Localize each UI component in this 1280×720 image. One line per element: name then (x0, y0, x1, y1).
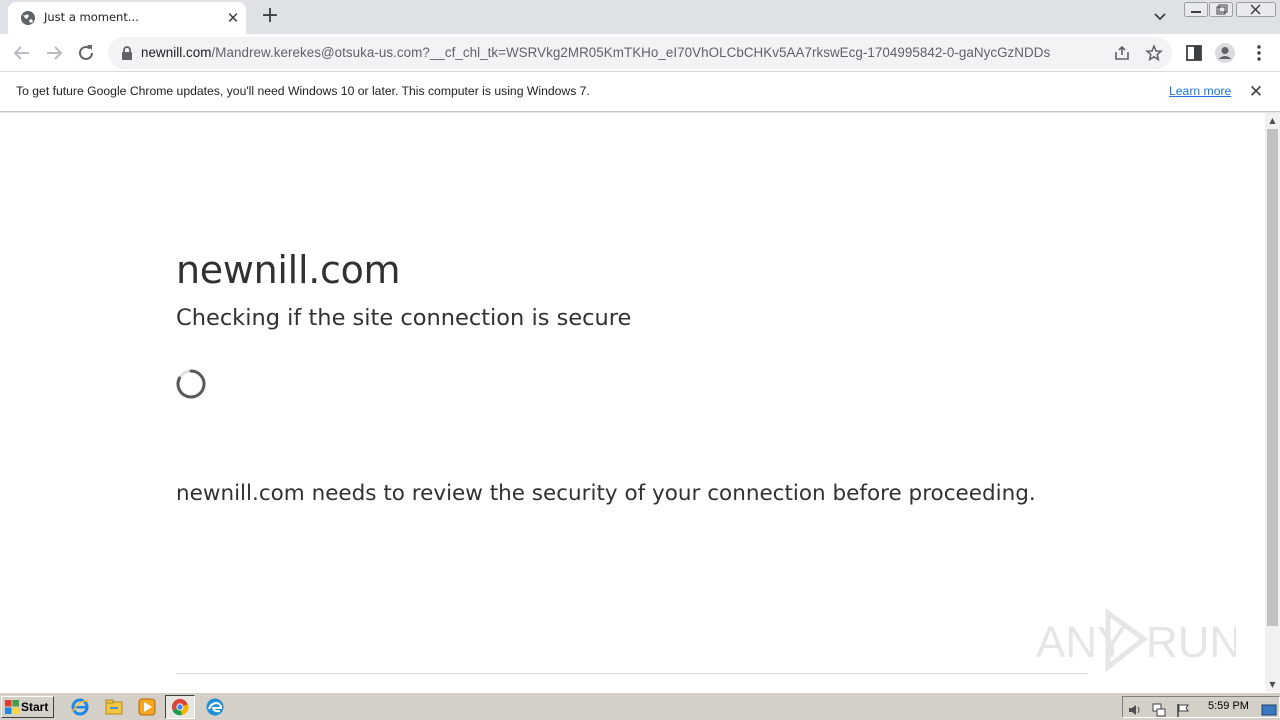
share-icon[interactable] (1113, 44, 1131, 62)
restore-button[interactable] (1209, 2, 1233, 17)
svg-text:ANY: ANY (1036, 618, 1126, 667)
page-subtitle: Checking if the site connection is secur… (176, 305, 632, 331)
profile-avatar-icon[interactable] (1214, 42, 1236, 64)
scrollbar-thumb[interactable] (1267, 129, 1278, 626)
side-panel-icon[interactable] (1183, 42, 1205, 64)
close-window-button[interactable] (1236, 2, 1276, 17)
windows-logo-icon (5, 700, 19, 714)
bookmark-star-icon[interactable] (1145, 44, 1163, 62)
edge-icon[interactable] (205, 697, 225, 717)
tab-strip: Just a moment... ✕ + (0, 0, 1280, 34)
tab-title: Just a moment... (44, 10, 139, 24)
screen: Just a moment... ✕ + newnill.com/Mandrew… (0, 0, 1280, 720)
page-content: newnill.com Checking if the site connect… (0, 113, 1265, 692)
minimize-button[interactable] (1184, 2, 1208, 17)
page-title: newnill.com (176, 248, 401, 292)
scroll-up-arrow-icon[interactable]: ▲ (1265, 113, 1280, 128)
address-bar[interactable]: newnill.com/Mandrew.kerekes@otsuka-us.co… (108, 37, 1172, 69)
watermark-logo: ANY RUN (1036, 608, 1236, 673)
more-menu-icon[interactable] (1248, 42, 1270, 64)
new-tab-button[interactable]: + (258, 5, 282, 29)
system-tray (1122, 696, 1280, 718)
svg-text:RUN: RUN (1146, 618, 1236, 667)
url-host: newnill.com (141, 45, 212, 60)
lock-icon[interactable] (120, 45, 134, 61)
show-desktop-icon[interactable] (1261, 702, 1277, 718)
tab-close-icon[interactable]: ✕ (224, 9, 242, 27)
volume-icon[interactable] (1127, 702, 1143, 718)
vertical-scrollbar[interactable]: ▲ ▼ (1265, 113, 1280, 692)
start-label: Start (21, 700, 49, 714)
browser-toolbar: newnill.com/Mandrew.kerekes@otsuka-us.co… (0, 34, 1280, 72)
forward-arrow-icon[interactable] (42, 41, 66, 65)
tab-search-chevron-icon[interactable] (1150, 7, 1170, 27)
chrome-taskbar-button[interactable] (165, 695, 195, 719)
file-explorer-icon[interactable] (104, 697, 124, 717)
media-player-icon[interactable] (137, 697, 157, 717)
footer-divider (176, 673, 1088, 674)
learn-more-link[interactable]: Learn more (1169, 84, 1231, 98)
security-review-message: newnill.com needs to review the security… (176, 481, 1036, 506)
taskbar-clock[interactable]: 5:59 PM (1208, 700, 1249, 712)
infobar-message: To get future Google Chrome updates, you… (16, 84, 590, 98)
reload-icon[interactable] (74, 41, 98, 65)
url-text[interactable]: newnill.com/Mandrew.kerekes@otsuka-us.co… (141, 45, 1050, 60)
back-arrow-icon[interactable] (10, 41, 34, 65)
action-center-flag-icon[interactable] (1175, 702, 1191, 718)
tab-active[interactable]: Just a moment... ✕ (8, 2, 246, 34)
infobar-close-icon[interactable]: ✕ (1246, 82, 1266, 102)
url-path: /Mandrew.kerekes@otsuka-us.com?__cf_chl_… (211, 45, 1051, 60)
chrome-icon (171, 698, 189, 716)
scroll-down-arrow-icon[interactable]: ▼ (1265, 677, 1280, 692)
loading-spinner-icon (176, 369, 206, 399)
internet-explorer-icon[interactable] (70, 697, 90, 717)
update-infobar: To get future Google Chrome updates, you… (0, 72, 1280, 112)
start-button[interactable]: Start (1, 696, 54, 718)
globe-icon (21, 11, 35, 25)
network-icon[interactable] (1151, 702, 1167, 718)
windows-taskbar: Start 5:59 PM (0, 692, 1280, 720)
